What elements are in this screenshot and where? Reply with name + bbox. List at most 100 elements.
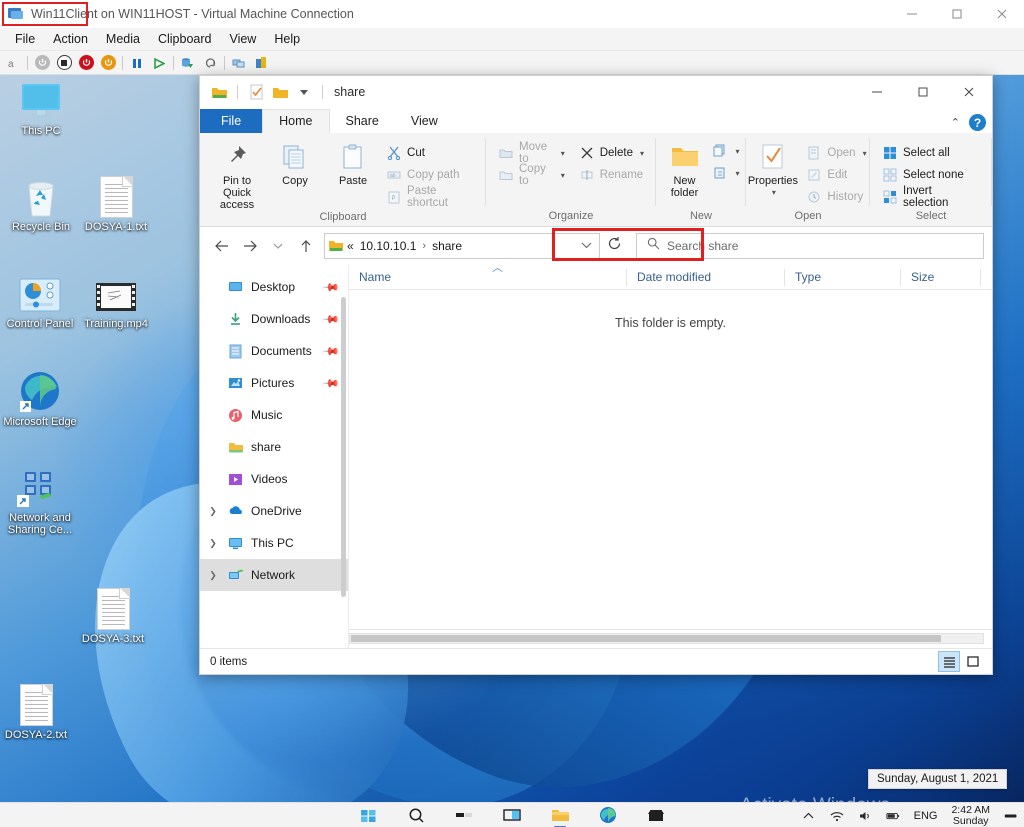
chevron-down-icon[interactable]: ▾ [561,149,565,158]
breadcrumb-share[interactable]: share [432,239,462,253]
explorer-minimize-button[interactable] [854,76,900,107]
network-tray-icon[interactable] [830,809,844,823]
desktop-icon-network-sharing[interactable]: Network and Sharing Ce... [0,465,83,536]
address-dropdown-icon[interactable] [573,241,599,252]
checkpoint-icon[interactable] [178,53,198,73]
nav-item-desktop[interactable]: Desktop 📌 [200,271,348,303]
chevron-down-icon[interactable]: ▾ [561,171,565,180]
properties-button[interactable]: Properties ▾ [745,139,800,199]
ctrl-alt-del-icon[interactable]: a [3,53,23,73]
tab-share[interactable]: Share [330,110,395,133]
column-header-name[interactable]: Name ︿ [349,262,627,290]
move-to-button[interactable]: Move to ▾ [494,141,569,165]
properties-icon[interactable] [246,82,266,102]
recent-locations-button[interactable] [264,233,292,259]
nav-item-music[interactable]: Music [200,399,348,431]
move-icon[interactable] [229,53,249,73]
breadcrumb-prefix[interactable]: « [347,239,354,253]
desktop-icon-dosya1[interactable]: DOSYA-1.txt [73,174,159,233]
forward-button[interactable] [236,233,264,259]
explorer-maximize-button[interactable] [900,76,946,107]
shut-down-icon[interactable] [54,53,74,73]
copy-button[interactable]: Copy [266,139,324,187]
vm-close-button[interactable] [979,0,1024,28]
address-bar[interactable]: « 10.10.10.1 › share [324,233,600,259]
desktop-icon-dosya2[interactable]: DOSYA-2.txt [0,682,79,741]
history-button[interactable]: History [802,187,870,207]
chevron-right-icon[interactable]: ❯ [206,570,220,581]
desktop-icon-control-panel[interactable]: Control Panel [0,271,83,330]
chevron-right-icon[interactable]: ❯ [206,538,220,549]
nav-item-onedrive[interactable]: ❯ OneDrive [200,495,348,527]
menu-help[interactable]: Help [265,30,309,48]
edit-button[interactable]: Edit [802,165,870,185]
volume-tray-icon[interactable] [858,809,872,823]
edge-button[interactable] [597,804,619,826]
turn-off-icon[interactable] [76,53,96,73]
search-box[interactable]: Search share [636,233,984,259]
resume-icon[interactable] [149,53,169,73]
nav-pane-scrollbar[interactable] [340,297,347,597]
breadcrumb[interactable]: « 10.10.10.1 › share [347,239,462,253]
copy-path-button[interactable]: ab Copy path [382,165,478,185]
nav-item-pictures[interactable]: Pictures 📌 [200,367,348,399]
chevron-down-icon[interactable]: ▾ [640,149,644,158]
breadcrumb-host[interactable]: 10.10.10.1 [360,239,417,253]
nav-item-videos[interactable]: Videos [200,463,348,495]
vm-maximize-button[interactable] [934,0,979,28]
explorer-close-button[interactable] [946,76,992,107]
show-desktop-button[interactable] [1004,809,1018,823]
details-view-button[interactable] [938,651,960,672]
vm-minimize-button[interactable] [889,0,934,28]
paste-shortcut-button[interactable]: P Paste shortcut [382,185,478,209]
desktop-icon-recycle-bin[interactable]: Recycle Bin [0,174,84,233]
power-off-icon[interactable] [32,53,52,73]
search-button[interactable] [405,804,427,826]
widgets-button[interactable] [453,804,475,826]
desktop-icon-training-mp4[interactable]: Training.mp4 [73,271,159,330]
start-icon[interactable] [98,53,118,73]
horizontal-scrollbar[interactable] [349,633,984,644]
nav-item-network[interactable]: ❯ Network [200,559,348,591]
chevron-down-icon[interactable]: ▾ [863,149,867,158]
task-view-button[interactable] [501,804,523,826]
menu-file[interactable]: File [6,30,44,48]
enhanced-session-icon[interactable] [251,53,271,73]
clock[interactable]: 2:42 AM Sunday [951,804,990,827]
store-button[interactable] [645,804,667,826]
large-icons-view-button[interactable] [962,651,984,672]
battery-tray-icon[interactable] [886,809,900,823]
collapse-ribbon-icon[interactable]: ⌃ [951,116,960,129]
chevron-right-icon[interactable]: ❯ [206,506,220,517]
column-header-size[interactable]: Size [901,265,981,290]
desktop-icon-edge[interactable]: Microsoft Edge [0,369,83,428]
new-folder-icon[interactable] [270,82,290,102]
select-all-button[interactable]: Select all [878,143,984,163]
tab-file[interactable]: File [200,109,263,133]
menu-action[interactable]: Action [44,30,97,48]
customize-qat-dropdown-icon[interactable] [294,82,314,102]
invert-selection-button[interactable]: Invert selection [878,185,984,209]
nav-item-documents[interactable]: Documents 📌 [200,335,348,367]
pause-icon[interactable] [127,53,147,73]
column-header-date-modified[interactable]: Date modified [627,265,785,290]
rename-button[interactable]: Rename [575,165,648,185]
chevron-down-icon[interactable]: ▾ [772,187,776,199]
pin-to-quick-access-button[interactable]: Pin to Quick access [208,139,266,211]
menu-view[interactable]: View [220,30,265,48]
folder-icon[interactable] [209,82,229,102]
nav-item-share[interactable]: share [200,431,348,463]
back-button[interactable] [208,233,236,259]
menu-clipboard[interactable]: Clipboard [149,30,221,48]
refresh-button[interactable] [600,236,628,256]
breadcrumb-separator[interactable]: › [422,240,426,252]
new-folder-button[interactable]: New folder [661,139,709,199]
file-list-pane[interactable]: Name ︿ Date modified Type Size This fold… [349,262,992,648]
nav-item-downloads[interactable]: Downloads 📌 [200,303,348,335]
tab-view[interactable]: View [395,110,454,133]
column-header-type[interactable]: Type [785,265,901,290]
revert-icon[interactable] [200,53,220,73]
cut-button[interactable]: Cut [382,143,478,163]
delete-button[interactable]: Delete ▾ [575,143,648,163]
desktop-icon-dosya3[interactable]: DOSYA-3.txt [70,586,156,645]
